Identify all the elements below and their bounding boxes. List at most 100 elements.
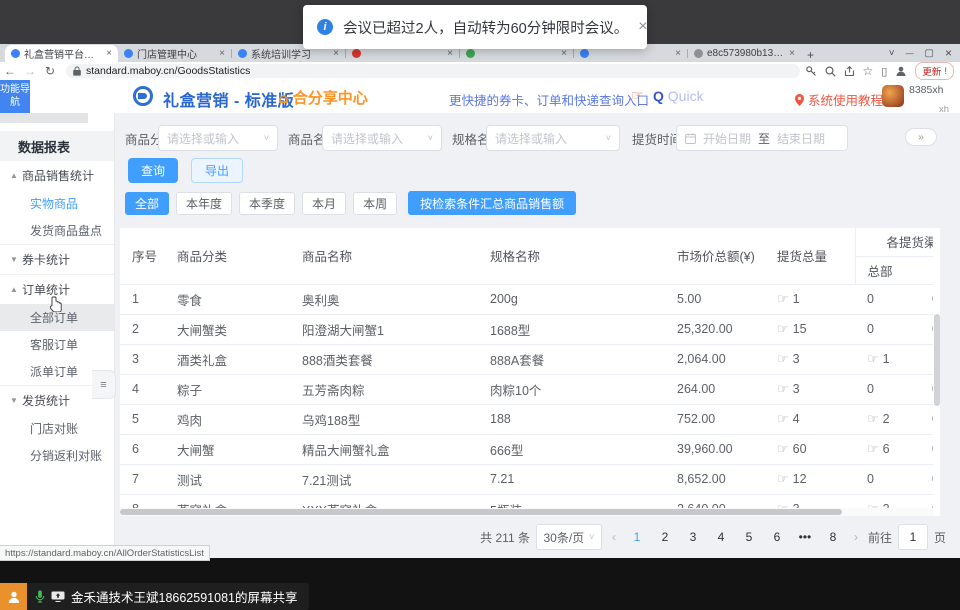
- cell-store-count[interactable]: ☞: [920, 344, 933, 374]
- address-bar[interactable]: standard.maboy.cn/GoodsStatistics: [66, 64, 800, 78]
- cell-store-count[interactable]: ☞0: [920, 404, 933, 434]
- chevron-down-icon: ˅: [589, 532, 594, 542]
- sidebar-item-goods-sales-stats[interactable]: ▲ 商品销售统计: [0, 161, 114, 190]
- table-horizontal-scrollbar[interactable]: [120, 508, 933, 516]
- tab-close-icon[interactable]: ×: [561, 48, 567, 59]
- bookmark-star-icon[interactable]: ☆: [863, 64, 874, 78]
- range-tab-year[interactable]: 本年度: [176, 192, 232, 215]
- range-tab-all[interactable]: 全部: [125, 192, 169, 215]
- expand-filters-button[interactable]: »: [905, 128, 937, 146]
- cell-pickup-total[interactable]: ☞3: [765, 344, 855, 374]
- cell-pickup-total[interactable]: ☞3: [765, 374, 855, 404]
- tab-close-icon[interactable]: ×: [333, 48, 339, 59]
- tab-search-icon[interactable]: ˅: [889, 48, 895, 59]
- function-nav-toggle[interactable]: 功能导航: [0, 80, 30, 113]
- cell-spec: 200g: [478, 284, 665, 314]
- sidebar-item-distribution-rebate[interactable]: 分销返利对账: [0, 442, 114, 469]
- range-tab-week[interactable]: 本周: [353, 192, 397, 215]
- forward-icon[interactable]: →: [20, 64, 40, 78]
- cell-hq-count[interactable]: ☞2: [855, 494, 920, 508]
- page-number[interactable]: 8: [822, 530, 844, 544]
- key-icon[interactable]: [806, 66, 817, 77]
- tab-close-icon[interactable]: ×: [789, 48, 795, 59]
- cell-store-count[interactable]: ☞0: [920, 284, 933, 314]
- browser-tab-7[interactable]: e8c573980b1328a258fd2e6... ×: [688, 45, 801, 62]
- spec-select[interactable]: 请选择或输入˅: [486, 125, 620, 151]
- cell-store-count[interactable]: ☞0: [920, 434, 933, 464]
- range-tab-month[interactable]: 本月: [302, 192, 346, 215]
- sidebar-item-shipped-goods-check[interactable]: 发货商品盘点: [0, 217, 114, 244]
- browser-tab-1[interactable]: 礼盒营销平台管理中心 ×: [5, 45, 118, 62]
- zoom-icon[interactable]: [825, 66, 836, 77]
- window-close-button[interactable]: ×: [945, 46, 952, 60]
- refresh-icon[interactable]: ↻: [40, 64, 60, 78]
- profile-icon[interactable]: [895, 65, 907, 77]
- cell-spec: 7.21: [478, 464, 665, 494]
- minimize-button[interactable]: —: [906, 49, 914, 58]
- range-tab-quarter[interactable]: 本季度: [239, 192, 295, 215]
- tutorial-link[interactable]: 系统使用教程: [795, 90, 883, 109]
- page-number[interactable]: 1: [626, 530, 648, 544]
- share-center-link[interactable]: ⌂ 合分享中心: [278, 87, 368, 108]
- sidebar-item-service-orders[interactable]: 客服订单: [0, 331, 114, 358]
- name-select[interactable]: 请选择或输入˅: [322, 125, 442, 151]
- page-number[interactable]: 4: [710, 530, 732, 544]
- sidebar-item-physical-goods[interactable]: 实物商品: [0, 190, 114, 217]
- cell-store-count[interactable]: ☞0: [920, 494, 933, 508]
- table-vertical-scrollbar[interactable]: [934, 286, 940, 506]
- cell-pickup-total[interactable]: ☞1: [765, 284, 855, 314]
- cell-hq-count[interactable]: ☞0: [855, 284, 920, 314]
- back-icon[interactable]: ←: [0, 64, 20, 78]
- quick-entry-promo[interactable]: 更快捷的券卡、订单和快递查询入口: [449, 90, 649, 109]
- date-range-picker[interactable]: 开始日期 至 结束日期: [676, 125, 848, 151]
- cell-store-count[interactable]: ☞0: [920, 314, 933, 344]
- cell-pickup-total[interactable]: ☞4: [765, 404, 855, 434]
- tab-close-icon[interactable]: ×: [447, 48, 453, 59]
- cell-pickup-total[interactable]: ☞3: [765, 494, 855, 508]
- cell-hq-count[interactable]: ☞0: [855, 314, 920, 344]
- cell-store-count[interactable]: ☞0: [920, 374, 933, 404]
- cell-store-count[interactable]: ☞0: [920, 464, 933, 494]
- sidebar-item-store-reconciliation[interactable]: 门店对账: [0, 415, 114, 442]
- page-ellipsis[interactable]: •••: [794, 530, 816, 544]
- tab-close-icon[interactable]: ×: [106, 48, 112, 59]
- cell-hq-count[interactable]: ☞0: [855, 374, 920, 404]
- prev-page-icon[interactable]: ‹: [608, 530, 620, 544]
- cell-pickup-total[interactable]: ☞15: [765, 314, 855, 344]
- quick-search[interactable]: Q Quick: [653, 88, 704, 104]
- cell-hq-count[interactable]: ☞1: [855, 344, 920, 374]
- export-button[interactable]: 导出: [191, 158, 243, 183]
- page-number[interactable]: 5: [738, 530, 760, 544]
- cell-hq-count[interactable]: ☞6: [855, 434, 920, 464]
- sidebar-item-coupon-stats[interactable]: ▼ 券卡统计: [0, 244, 114, 274]
- update-button[interactable]: 更新!: [915, 62, 954, 80]
- tab-close-icon[interactable]: ×: [675, 48, 681, 59]
- cell-pickup-total[interactable]: ☞60: [765, 434, 855, 464]
- side-panel-icon[interactable]: ▯: [881, 65, 887, 78]
- next-page-icon[interactable]: ›: [850, 530, 862, 544]
- toast-close-icon[interactable]: ×: [638, 18, 647, 36]
- query-button[interactable]: 查询: [128, 158, 178, 183]
- summary-by-criteria-button[interactable]: 按检索条件汇总商品销售额: [408, 191, 576, 215]
- new-tab-button[interactable]: +: [807, 48, 814, 62]
- share-icon[interactable]: [844, 66, 855, 77]
- tab-close-icon[interactable]: ×: [219, 48, 225, 59]
- end-date-input[interactable]: 结束日期: [777, 130, 825, 147]
- maximize-button[interactable]: ▢: [925, 48, 934, 59]
- category-select[interactable]: 请选择或输入˅: [158, 125, 278, 151]
- browser-tab-2[interactable]: 门店管理中心 ×: [118, 45, 231, 62]
- toast-message: 会议已超过2人，自动转为60分钟限时会议。: [343, 17, 628, 38]
- goto-page-input[interactable]: 1: [898, 524, 928, 550]
- cell-no: 4: [120, 374, 165, 404]
- page-number[interactable]: 6: [766, 530, 788, 544]
- sidebar-collapse-handle[interactable]: ≡: [92, 370, 116, 399]
- page-size-select[interactable]: 30条/页˅: [536, 524, 602, 550]
- cell-pickup-total[interactable]: ☞12: [765, 464, 855, 494]
- page-number[interactable]: 3: [682, 530, 704, 544]
- user-avatar[interactable]: [882, 85, 904, 107]
- cell-hq-count[interactable]: ☞0: [855, 464, 920, 494]
- cell-hq-count[interactable]: ☞2: [855, 404, 920, 434]
- page-number[interactable]: 2: [654, 530, 676, 544]
- start-date-input[interactable]: 开始日期: [703, 130, 751, 147]
- cell-name: 五芳斋肉粽: [290, 374, 478, 404]
